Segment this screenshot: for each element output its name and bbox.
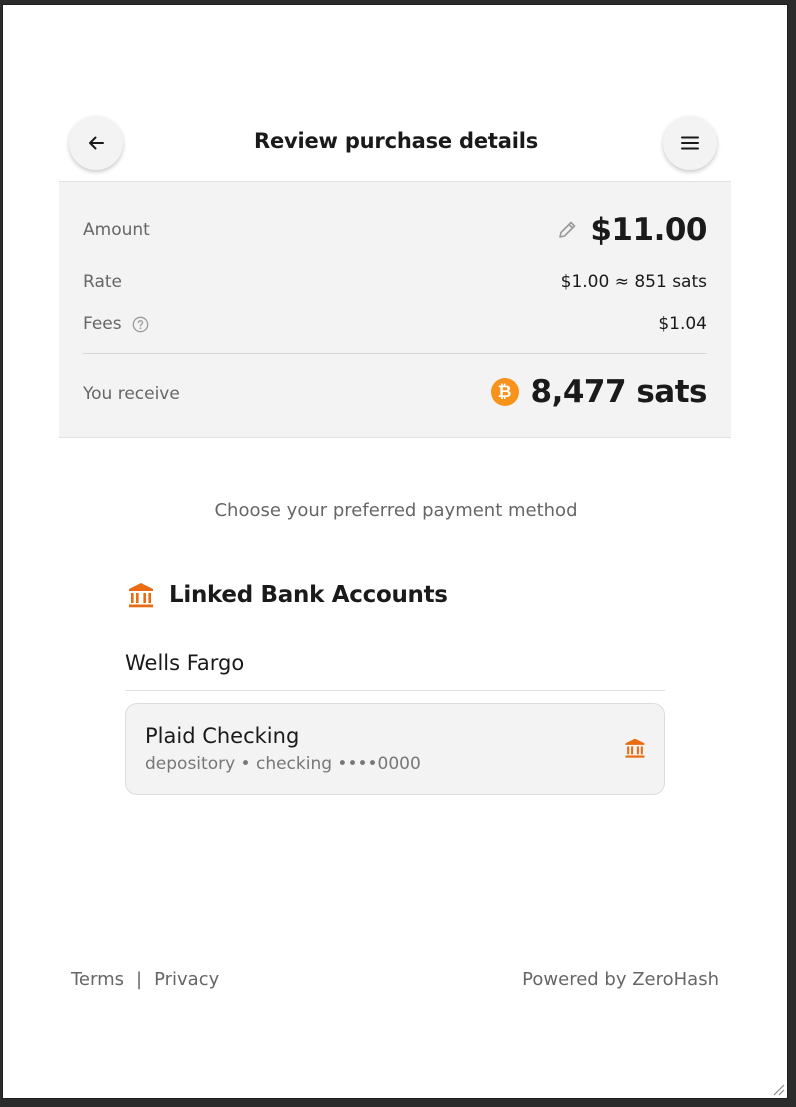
purchase-summary: Amount $11.00 Rate $1.00 ≈ 851 sats Fees… bbox=[59, 181, 731, 438]
fees-value: $1.04 bbox=[658, 314, 707, 334]
privacy-link[interactable]: Privacy bbox=[154, 969, 219, 990]
app-window: Review purchase details Amount $11.00 Ra… bbox=[2, 4, 788, 1099]
hamburger-menu-icon bbox=[681, 136, 699, 150]
amount-value: $11.00 bbox=[590, 212, 707, 248]
section-title: Linked Bank Accounts bbox=[169, 582, 448, 608]
bitcoin-icon: ₿ bbox=[490, 378, 519, 406]
footer-links: Terms | Privacy bbox=[71, 969, 219, 990]
summary-divider bbox=[83, 353, 707, 354]
receive-value: 8,477 sats bbox=[530, 374, 708, 410]
pencil-edit-icon[interactable] bbox=[556, 219, 578, 241]
account-name: Plaid Checking bbox=[145, 724, 300, 748]
payment-method-prompt: Choose your preferred payment method bbox=[214, 500, 578, 521]
receive-label: You receive bbox=[83, 384, 180, 404]
linked-accounts-header: Linked Bank Accounts bbox=[127, 581, 448, 609]
rate-label: Rate bbox=[83, 272, 122, 292]
resize-grip-icon[interactable] bbox=[769, 1080, 785, 1096]
amount-label: Amount bbox=[83, 220, 150, 240]
menu-button[interactable] bbox=[663, 116, 717, 170]
powered-by: Powered by ZeroHash bbox=[522, 969, 719, 990]
fees-label-row: Fees bbox=[83, 314, 149, 334]
help-circle-icon[interactable] bbox=[132, 316, 149, 333]
account-details: depository • checking ••••0000 bbox=[145, 754, 421, 774]
bank-icon bbox=[129, 583, 153, 608]
bank-icon bbox=[625, 738, 645, 758]
rate-value: $1.00 ≈ 851 sats bbox=[560, 272, 707, 292]
terms-link[interactable]: Terms bbox=[71, 969, 124, 990]
receive-row: ₿ 8,477 sats bbox=[490, 374, 708, 410]
footer-separator: | bbox=[136, 969, 143, 990]
bank-name: Wells Fargo bbox=[125, 651, 245, 675]
bank-divider bbox=[125, 690, 665, 691]
fees-label: Fees bbox=[83, 314, 122, 334]
amount-row: $11.00 bbox=[556, 212, 707, 248]
bank-account-card[interactable]: Plaid Checking depository • checking •••… bbox=[125, 703, 665, 795]
